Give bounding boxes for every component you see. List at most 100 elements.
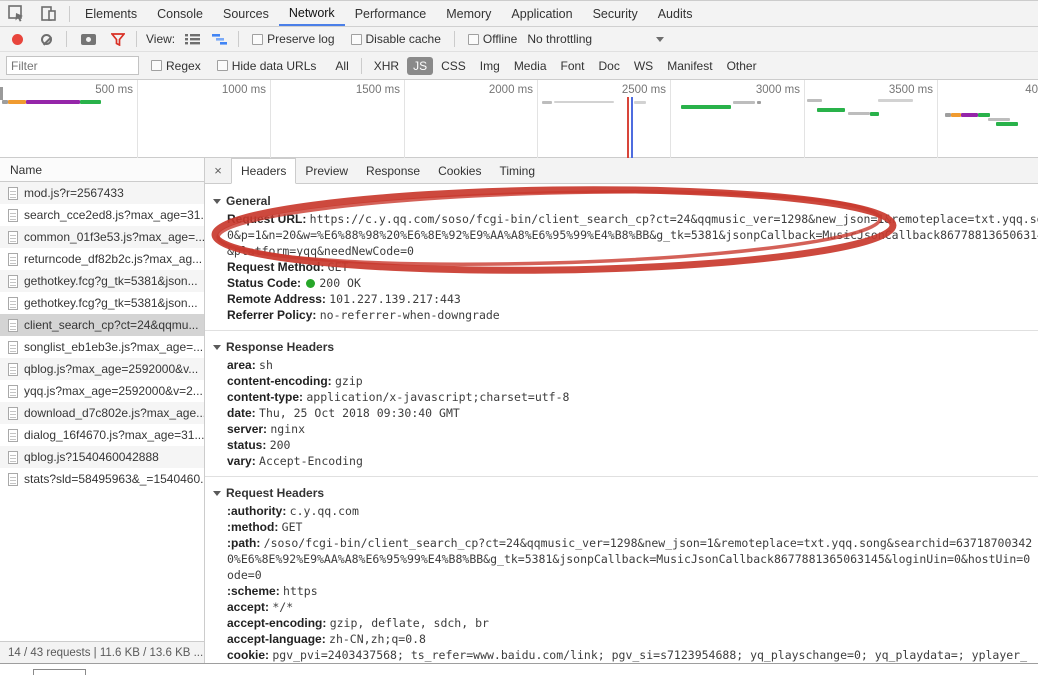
- header-entry: 0&p=1&n=20&w=%E6%88%98%20%E6%8E%92%E9%AA…: [205, 227, 1038, 243]
- main-tabs: ElementsConsoleSourcesNetworkPerformance…: [75, 1, 702, 26]
- filter-type-font[interactable]: Font: [555, 57, 591, 75]
- filter-input[interactable]: [6, 56, 139, 75]
- section-divider: [205, 476, 1038, 477]
- header-value: c.y.qq.com: [290, 504, 359, 518]
- header-entry: vary: Accept-Encoding: [205, 453, 1038, 469]
- offline-checkbox[interactable]: Offline: [468, 32, 517, 46]
- network-overview[interactable]: 500 ms1000 ms1500 ms2000 ms2500 ms3000 m…: [0, 80, 1038, 158]
- regex-label: Regex: [166, 59, 201, 73]
- regex-checkbox[interactable]: Regex: [151, 59, 201, 73]
- header-name: area:: [227, 358, 259, 372]
- filter-funnel-icon[interactable]: [111, 33, 125, 46]
- section-divider: [205, 330, 1038, 331]
- request-row[interactable]: download_d7c802e.js?max_age...: [0, 402, 204, 424]
- filter-type-all[interactable]: All: [329, 57, 354, 75]
- device-toolbar-icon[interactable]: [32, 1, 64, 26]
- tab-performance[interactable]: Performance: [345, 1, 437, 26]
- request-row[interactable]: qblog.js?max_age=2592000&v...: [0, 358, 204, 380]
- filter-type-doc[interactable]: Doc: [593, 57, 626, 75]
- header-entry: Request Method: GET: [205, 259, 1038, 275]
- hide-data-urls-checkbox[interactable]: Hide data URLs: [217, 59, 317, 73]
- request-row[interactable]: gethotkey.fcg?g_tk=5381&json...: [0, 270, 204, 292]
- tab-elements[interactable]: Elements: [75, 1, 147, 26]
- section-title-general[interactable]: General: [205, 191, 1038, 211]
- tab-console[interactable]: Console: [147, 1, 213, 26]
- header-entry: :path: /soso/fcgi-bin/client_search_cp?c…: [205, 535, 1038, 551]
- section-title-request-headers[interactable]: Request Headers: [205, 483, 1038, 503]
- tab-application[interactable]: Application: [501, 1, 582, 26]
- record-button[interactable]: [12, 34, 23, 45]
- detail-tab-headers[interactable]: Headers: [231, 158, 296, 184]
- script-file-icon: [8, 275, 18, 288]
- tab-network[interactable]: Network: [279, 1, 345, 26]
- request-row[interactable]: client_search_cp?ct=24&qqmu...: [0, 314, 204, 336]
- throttling-select[interactable]: No throttling: [527, 32, 592, 46]
- header-entry: Request URL: https://c.y.qq.com/soso/fcg…: [205, 211, 1038, 227]
- header-name: Request Method:: [227, 260, 328, 274]
- filter-type-ws[interactable]: WS: [628, 57, 659, 75]
- request-list-panel: Name mod.js?r=2567433 search_cce2ed8.js?m…: [0, 158, 205, 641]
- detail-tab-response[interactable]: Response: [357, 158, 429, 183]
- request-row[interactable]: returncode_df82b2c.js?max_ag...: [0, 248, 204, 270]
- request-name: client_search_cp?ct=24&qqmu...: [24, 318, 198, 332]
- inspect-element-icon[interactable]: [0, 1, 32, 26]
- requests-summary-text: 14 / 43 requests | 11.6 KB / 13.6 KB ...: [8, 647, 203, 659]
- header-value: gzip, deflate, sdch, br: [330, 616, 489, 630]
- divider: [454, 31, 455, 47]
- header-name: cookie:: [227, 648, 272, 662]
- overview-gridline: [270, 80, 271, 158]
- overview-tick-label: 1000 ms: [160, 84, 266, 96]
- chevron-down-icon[interactable]: [656, 37, 664, 42]
- section-title-response-headers[interactable]: Response Headers: [205, 337, 1038, 357]
- filter-type-xhr[interactable]: XHR: [368, 57, 405, 75]
- clear-icon[interactable]: [41, 34, 52, 45]
- request-row[interactable]: stats?sld=58495963&_=1540460...: [0, 468, 204, 490]
- request-row[interactable]: gethotkey.fcg?g_tk=5381&json...: [0, 292, 204, 314]
- detail-tab-cookies[interactable]: Cookies: [429, 158, 490, 183]
- header-value: */*: [272, 600, 293, 614]
- header-name: vary:: [227, 454, 259, 468]
- header-name: date:: [227, 406, 259, 420]
- column-header-name[interactable]: Name: [0, 158, 204, 182]
- filter-type-js[interactable]: JS: [407, 57, 433, 75]
- tab-memory[interactable]: Memory: [436, 1, 501, 26]
- request-row[interactable]: mod.js?r=2567433: [0, 182, 204, 204]
- filter-type-img[interactable]: Img: [474, 57, 506, 75]
- disable-cache-label: Disable cache: [366, 32, 441, 46]
- filter-type-media[interactable]: Media: [508, 57, 553, 75]
- script-file-icon: [8, 451, 18, 464]
- filter-type-other[interactable]: Other: [721, 57, 763, 75]
- request-row[interactable]: songlist_eb1eb3e.js?max_age=...: [0, 336, 204, 358]
- tab-sources[interactable]: Sources: [213, 1, 279, 26]
- request-name: mod.js?r=2567433: [24, 186, 124, 200]
- close-icon[interactable]: ×: [205, 158, 231, 183]
- filter-type-css[interactable]: CSS: [435, 57, 472, 75]
- view-waterfall-icon[interactable]: [212, 33, 227, 45]
- preserve-log-checkbox[interactable]: Preserve log: [252, 32, 334, 46]
- request-row[interactable]: common_01f3e53.js?max_age=...: [0, 226, 204, 248]
- filter-type-manifest[interactable]: Manifest: [661, 57, 718, 75]
- request-row[interactable]: search_cce2ed8.js?max_age=31...: [0, 204, 204, 226]
- overview-tick-label: 1500 ms: [294, 84, 400, 96]
- detail-tabs: × HeadersPreviewResponseCookiesTiming: [205, 158, 1038, 184]
- checkbox-icon: [217, 60, 228, 71]
- view-list-icon[interactable]: [185, 33, 200, 45]
- detail-tab-preview[interactable]: Preview: [296, 158, 357, 183]
- request-row[interactable]: dialog_16f4670.js?max_age=31...: [0, 424, 204, 446]
- overview-grip[interactable]: [0, 87, 3, 100]
- header-entry: cookie: pgv_pvi=2403437568; ts_refer=www…: [205, 647, 1038, 663]
- checkbox-icon: [468, 34, 479, 45]
- request-row[interactable]: yqq.js?max_age=2592000&v=2...: [0, 380, 204, 402]
- detail-tab-timing[interactable]: Timing: [490, 158, 544, 183]
- disable-cache-checkbox[interactable]: Disable cache: [351, 32, 441, 46]
- overview-tick-label: 2500 ms: [560, 84, 666, 96]
- tab-audits[interactable]: Audits: [648, 1, 703, 26]
- header-entry: :method: GET: [205, 519, 1038, 535]
- overview-gridline: [537, 80, 538, 158]
- header-entry: :authority: c.y.qq.com: [205, 503, 1038, 519]
- tab-security[interactable]: Security: [583, 1, 648, 26]
- header-value: application/x-javascript;charset=utf-8: [306, 390, 569, 404]
- capture-screenshots-icon[interactable]: [81, 34, 96, 45]
- request-row[interactable]: qblog.js?1540460042888: [0, 446, 204, 468]
- overview-request-bar: [634, 101, 646, 104]
